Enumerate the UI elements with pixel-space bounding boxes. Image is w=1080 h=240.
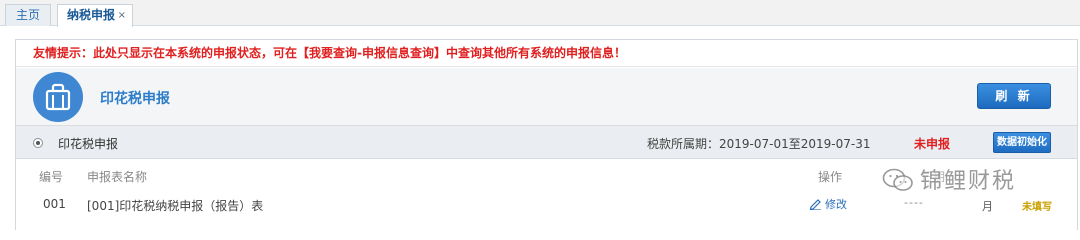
refresh-button[interactable]: 刷 新	[977, 83, 1051, 109]
header-section: 印花税申报 刷 新	[16, 68, 1077, 126]
column-header-number: 编号	[39, 170, 64, 184]
declaration-panel: 友情提示：此处只显示在本系统的申报状态，可在【我要查询-申报信息查询】中查询其他…	[15, 39, 1078, 230]
declaration-item-bar: 印花税申报 税款所属期：2019-07-01至2019-07-31 未申报 数据…	[16, 126, 1077, 159]
pencil-icon	[809, 199, 821, 211]
data-init-button[interactable]: 数据初始化	[993, 132, 1051, 153]
edit-link[interactable]: 修改	[809, 196, 847, 212]
status-badge: 未申报	[914, 137, 951, 151]
watermark-text: 锦鲤财税	[920, 169, 1017, 194]
row-number: 001	[43, 197, 66, 211]
tab-bar: 主页 纳税申报 ×	[0, 0, 1080, 27]
row-month: 月	[982, 200, 993, 213]
tax-period: 税款所属期：2019-07-01至2019-07-31	[647, 137, 871, 151]
tab-home[interactable]: 主页	[5, 4, 51, 26]
select-radio[interactable]	[33, 138, 43, 148]
page-title: 印花税申报	[100, 91, 170, 107]
tab-tax-declaration[interactable]: 纳税申报 ×	[57, 4, 133, 27]
column-header-form-name: 申报表名称	[87, 170, 148, 184]
wechat-icon	[882, 168, 913, 191]
notice-banner: 友情提示：此处只显示在本系统的申报状态，可在【我要查询-申报信息查询】中查询其他…	[16, 40, 1077, 67]
tab-tax-declaration-label: 纳税申报	[67, 8, 116, 22]
row-state: 未填写	[1022, 202, 1052, 213]
close-icon[interactable]: ×	[118, 5, 126, 26]
row-form-name: [001]印花税纳税申报（报告）表	[87, 199, 264, 213]
briefcase-icon	[33, 72, 83, 122]
declaration-item-title: 印花税申报	[58, 137, 119, 151]
column-header-action: 操作	[818, 170, 843, 184]
watermark: 锦鲤财税	[882, 163, 1062, 197]
edit-label: 修改	[825, 198, 847, 211]
row-date: ----	[904, 196, 924, 209]
